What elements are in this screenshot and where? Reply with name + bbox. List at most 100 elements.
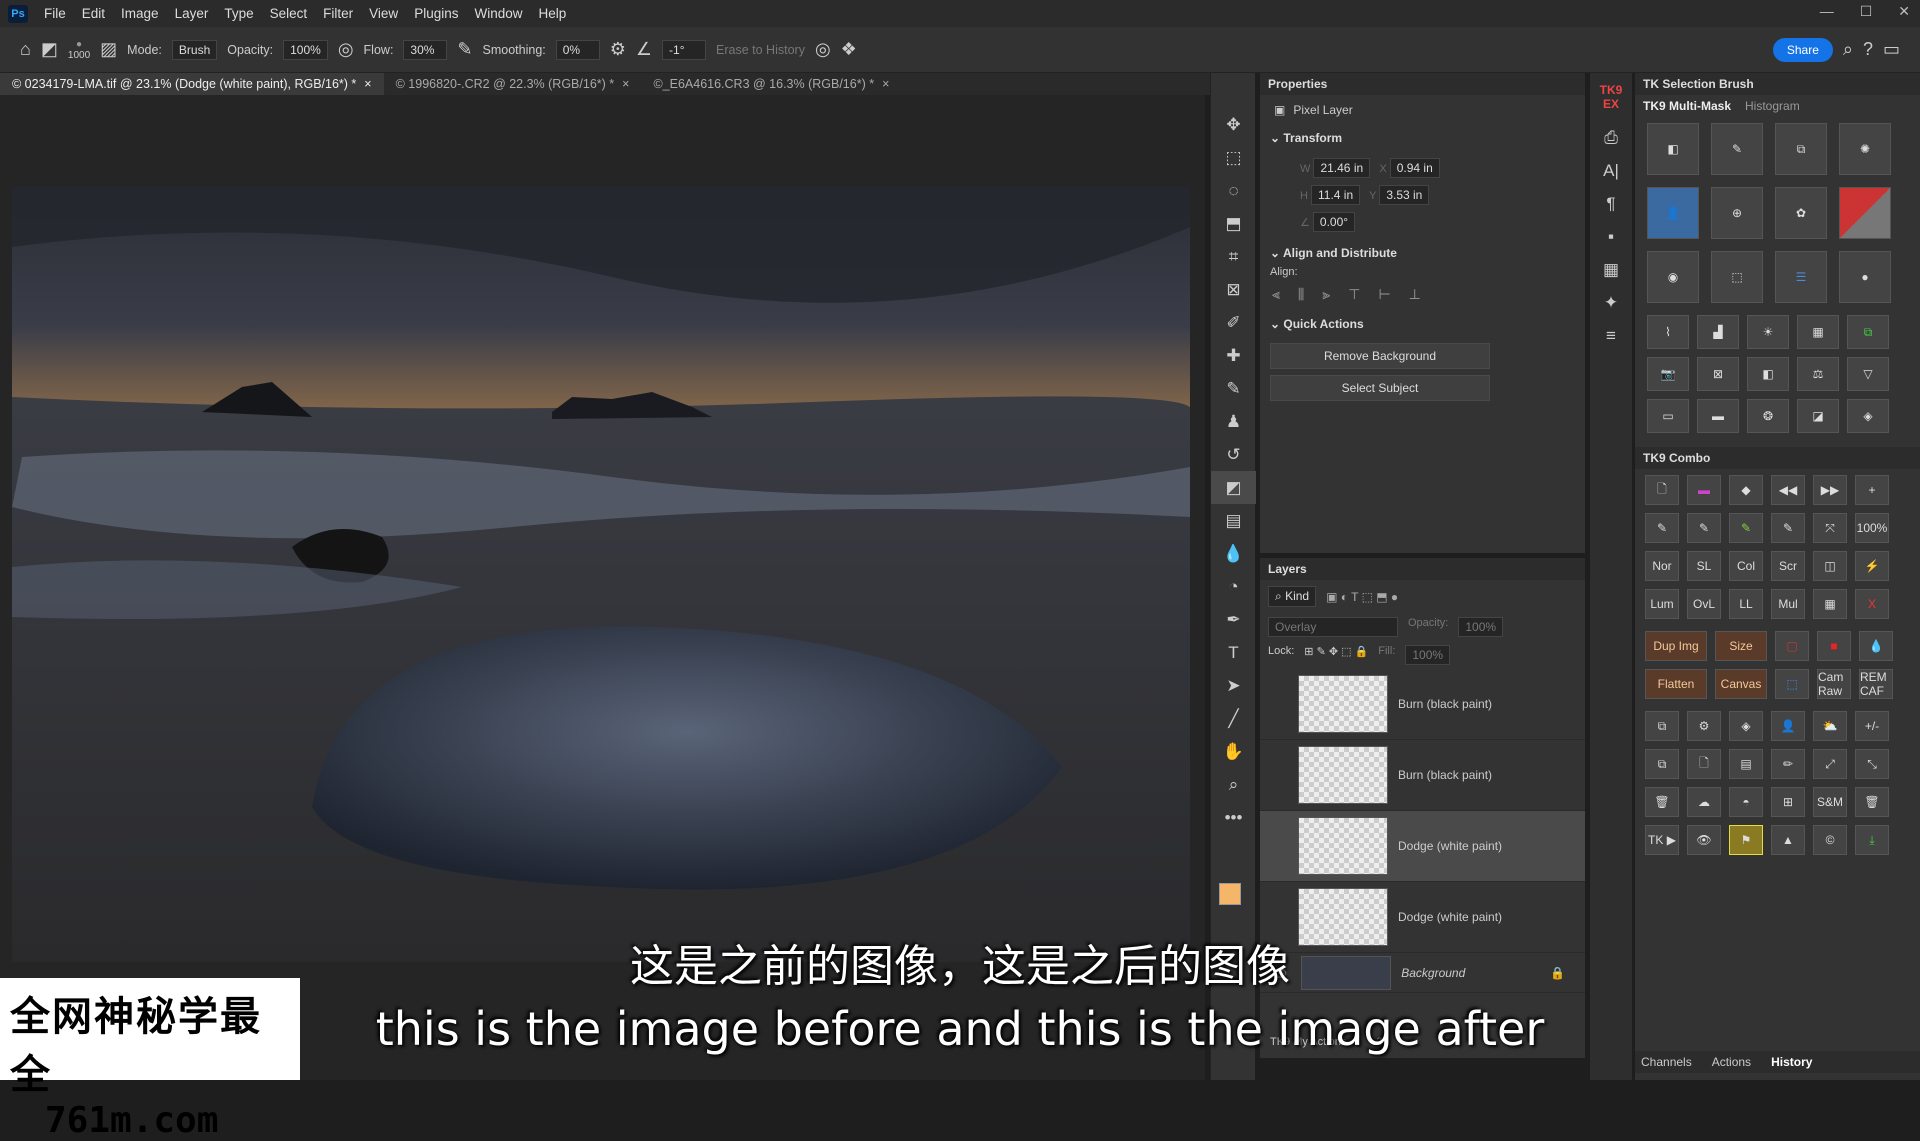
object-select-tool-icon[interactable]: ⬒ xyxy=(1211,207,1256,240)
filter-icons[interactable]: ▣ ◐ T ⬚ ⬒ ● xyxy=(1326,590,1398,604)
brush-white-icon[interactable]: ✎ xyxy=(1687,513,1721,543)
doc-tab-2[interactable]: © 1996820-.CR2 @ 22.3% (RGB/16*) * × xyxy=(384,73,642,95)
tab-multi-mask[interactable]: TK9 Multi-Mask xyxy=(1643,99,1731,113)
workspace-icon[interactable]: ▭ xyxy=(1883,39,1900,60)
crop-tool-icon[interactable]: ⌗ xyxy=(1211,240,1256,273)
photo-filter-icon[interactable]: ▬ xyxy=(1697,399,1739,433)
mask-frame-icon[interactable]: ◉ xyxy=(1647,251,1699,303)
zoom-100-button[interactable]: 100% xyxy=(1855,513,1889,543)
scr-button[interactable]: Scr xyxy=(1771,551,1805,581)
balance-icon[interactable]: ⚖ xyxy=(1797,357,1839,391)
trash-icon[interactable]: 🗑 xyxy=(1645,787,1679,817)
warning-icon[interactable]: ▲ xyxy=(1771,825,1805,855)
paragraph-icon[interactable]: ¶ xyxy=(1590,187,1632,220)
help-icon[interactable]: ? xyxy=(1863,39,1873,60)
brush-gray-icon[interactable]: ✎ xyxy=(1771,513,1805,543)
maximize-icon[interactable]: ☐ xyxy=(1860,3,1873,20)
mask-gradient-icon[interactable]: ◧ xyxy=(1647,123,1699,175)
pressure-size-icon[interactable]: ◎ xyxy=(815,39,831,60)
dup-img-button[interactable]: Dup Img xyxy=(1645,631,1707,661)
smoothing-input[interactable]: 0% xyxy=(555,39,600,60)
plus-icon[interactable]: + xyxy=(1855,475,1889,505)
airbrush-icon[interactable]: ✎ xyxy=(457,39,472,60)
align-center-icon[interactable]: ⫼ xyxy=(1298,286,1304,303)
layer-row-selected[interactable]: Dodge (white paint) xyxy=(1260,811,1585,882)
delete-icon[interactable]: 🗑 xyxy=(1855,787,1889,817)
copyright-icon[interactable]: © xyxy=(1813,825,1847,855)
color-wheel-icon[interactable]: ✺ xyxy=(1839,123,1891,175)
brush-tool-icon[interactable]: ✎ xyxy=(1211,372,1256,405)
character-icon[interactable]: A| xyxy=(1590,154,1632,187)
y-field[interactable]: 3.53 in xyxy=(1379,185,1430,205)
menu-filter[interactable]: Filter xyxy=(315,6,361,21)
height-field[interactable]: 11.4 in xyxy=(1311,185,1361,205)
triangle-down-icon[interactable]: ▽ xyxy=(1847,357,1889,391)
layer-row[interactable]: Burn (black paint) xyxy=(1260,740,1585,811)
gradient-tool-icon[interactable]: ▤ xyxy=(1211,504,1256,537)
doc-tab-1[interactable]: © 0234179-LMA.tif @ 23.1% (Dodge (white … xyxy=(0,73,384,95)
layers-green-icon[interactable]: ⧉ xyxy=(1847,315,1889,349)
eye-icon[interactable]: 👁 xyxy=(1687,825,1721,855)
cam-raw-button[interactable]: Cam Raw xyxy=(1817,669,1851,699)
target-icon[interactable]: ⊕ xyxy=(1711,187,1763,239)
paint-icon[interactable]: ◓ xyxy=(1729,787,1763,817)
swatches-icon[interactable]: ≡ xyxy=(1590,319,1632,352)
plus-minus-button[interactable]: +/- xyxy=(1855,711,1889,741)
rgb-icon[interactable]: ◆ xyxy=(1729,475,1763,505)
align-bottom-icon[interactable]: ⊥ xyxy=(1409,286,1421,303)
menu-type[interactable]: Type xyxy=(216,6,261,21)
path-select-tool-icon[interactable]: ➤ xyxy=(1211,669,1256,702)
channel-mixer-icon[interactable]: ❂ xyxy=(1747,399,1789,433)
canvas-button[interactable]: Canvas xyxy=(1715,669,1767,699)
remove-background-button[interactable]: Remove Background xyxy=(1270,343,1490,369)
angle-input[interactable]: -1° xyxy=(662,39,707,60)
mask-stack-icon[interactable]: ⧉ xyxy=(1775,123,1827,175)
person-mask-icon[interactable]: 👤 xyxy=(1647,187,1699,239)
more-tools-icon[interactable]: ••• xyxy=(1211,801,1256,834)
select-plus-icon[interactable]: ⊞ xyxy=(1771,787,1805,817)
ll-button[interactable]: LL xyxy=(1729,589,1763,619)
copy-layer-icon[interactable]: ⧉ xyxy=(1645,749,1679,779)
layer-row[interactable]: Burn (black paint) xyxy=(1260,669,1585,740)
size-button[interactable]: Size xyxy=(1715,631,1767,661)
flatten-button[interactable]: Flatten xyxy=(1645,669,1707,699)
mask-fg-icon[interactable]: ◫ xyxy=(1813,551,1847,581)
red-square-icon[interactable]: ■ xyxy=(1817,631,1851,661)
highlight-brush-icon[interactable]: ⚑ xyxy=(1729,825,1763,855)
s-and-m-button[interactable]: S&M xyxy=(1813,787,1847,817)
eraser-tool-icon[interactable]: ◩ xyxy=(41,39,58,60)
brush-black-icon[interactable]: ✎ xyxy=(1645,513,1679,543)
search-icon[interactable]: ⌕ xyxy=(1843,39,1853,60)
type-tool-icon[interactable]: T xyxy=(1211,636,1256,669)
smart-object-icon[interactable]: ⚙ xyxy=(1687,711,1721,741)
menu-window[interactable]: Window xyxy=(466,6,530,21)
rem-caf-button[interactable]: REM CAF xyxy=(1859,669,1893,699)
close-tab-icon[interactable]: × xyxy=(364,77,371,91)
expand-icon[interactable]: ⤢ xyxy=(1813,749,1847,779)
stamp-tool-icon[interactable]: ♟ xyxy=(1211,405,1256,438)
drop-icon[interactable]: 💧 xyxy=(1859,631,1893,661)
align-left-icon[interactable]: ⫷ xyxy=(1272,286,1280,303)
lasso-tool-icon[interactable]: ◌ xyxy=(1211,174,1256,207)
flow-input[interactable]: 30% xyxy=(403,39,448,60)
blend-mode-dropdown[interactable]: Overlay xyxy=(1268,617,1398,637)
frame-tool-icon[interactable]: ⊠ xyxy=(1211,273,1256,306)
hand-tool-icon[interactable]: ✋ xyxy=(1211,735,1256,768)
libraries-icon[interactable]: ▦ xyxy=(1590,253,1632,286)
line-tool-icon[interactable]: ╱ xyxy=(1211,702,1256,735)
gradient-map-icon[interactable]: ▭ xyxy=(1647,399,1689,433)
doc-tab-3[interactable]: ©_E6A4616.CR3 @ 16.3% (RGB/16*) * × xyxy=(641,73,901,95)
camera-icon[interactable]: 📷 xyxy=(1647,357,1689,391)
tk-play-button[interactable]: TK ▶ xyxy=(1645,825,1679,855)
healing-tool-icon[interactable]: ✚ xyxy=(1211,339,1256,372)
curves-icon[interactable]: ⌇ xyxy=(1647,315,1689,349)
select-subject-button[interactable]: Select Subject xyxy=(1270,375,1490,401)
menu-select[interactable]: Select xyxy=(262,6,316,21)
menu-help[interactable]: Help xyxy=(530,6,574,21)
align-section[interactable]: ⌄ Align and Distribute xyxy=(1260,240,1585,266)
marquee-tool-icon[interactable]: ⬚ xyxy=(1211,141,1256,174)
menu-file[interactable]: File xyxy=(36,6,74,21)
red-diagonal-icon[interactable] xyxy=(1839,187,1891,239)
align-right-icon[interactable]: ⫸ xyxy=(1322,286,1330,303)
forward-icon[interactable]: ▶▶ xyxy=(1813,475,1847,505)
